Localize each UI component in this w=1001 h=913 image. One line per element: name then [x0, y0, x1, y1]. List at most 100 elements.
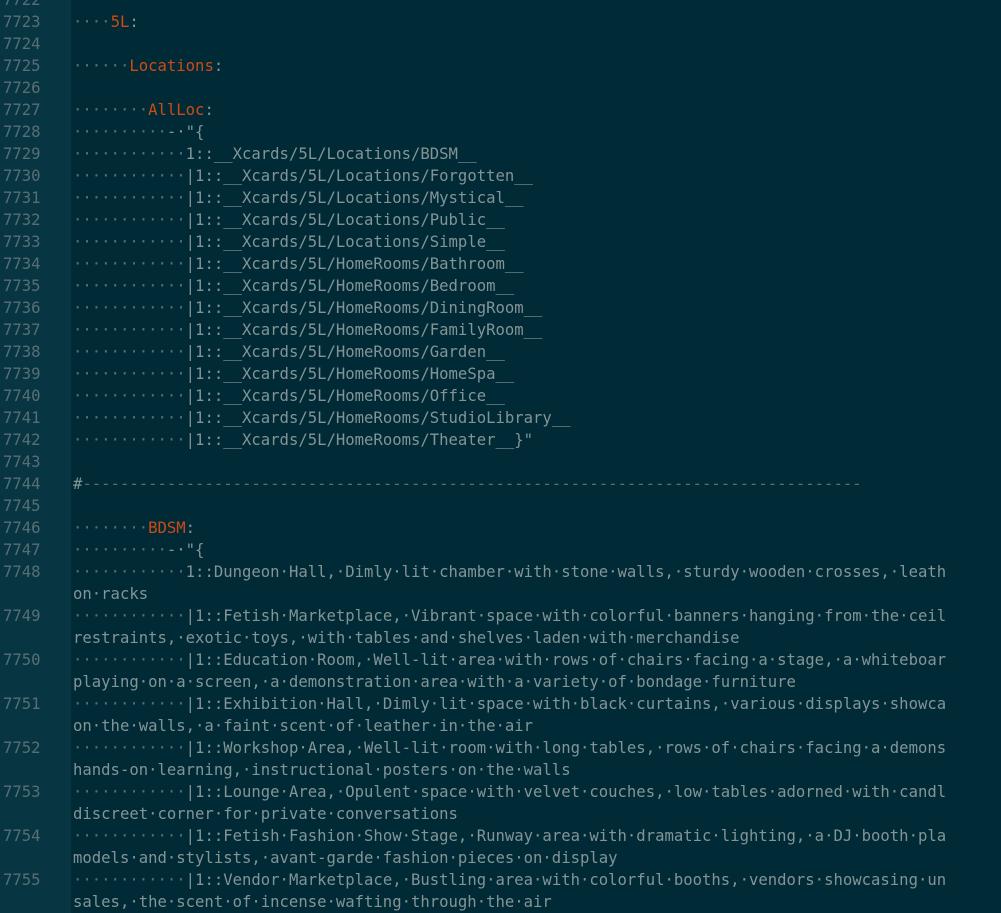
code-line[interactable]: ············|1::__Xcards/5L/HomeRooms/Fa…: [71, 319, 1001, 341]
whitespace-marker: ············: [73, 695, 186, 713]
code-line[interactable]: ········BDSM:: [71, 517, 1001, 539]
code-line[interactable]: ············1::Dungeon·Hall,·Dimly·lit·c…: [71, 561, 1001, 605]
code-text: |1::Workshop·Area,·Well-lit·room·with·lo…: [185, 739, 947, 757]
whitespace-marker: ············: [73, 409, 186, 427]
whitespace-marker: ············: [73, 321, 186, 339]
code-line[interactable]: ············|1::__Xcards/5L/HomeRooms/Th…: [71, 429, 1001, 451]
code-text: |1::__Xcards/5L/Locations/Public__: [185, 211, 505, 229]
line-number: 7741: [3, 409, 41, 427]
yaml-key: Locations: [129, 57, 214, 75]
line-number: 7753: [3, 783, 41, 801]
whitespace-marker: ············: [73, 277, 186, 295]
code-line[interactable]: ············|1::Vendor·Marketplace,·Bust…: [71, 869, 1001, 913]
code-text: -·"{: [166, 123, 205, 141]
code-text: |1::__Xcards/5L/HomeRooms/Bathroom__: [185, 255, 524, 273]
line-number: 7729: [3, 145, 41, 163]
whitespace-marker: ····: [73, 13, 111, 31]
wrapped-line-text: playing·on·a·screen,·a·demonstration·are…: [73, 673, 796, 691]
code-line[interactable]: ············|1::__Xcards/5L/HomeRooms/Ba…: [71, 253, 1001, 275]
code-line[interactable]: ············|1::Fetish·Fashion·Show·Stag…: [71, 825, 1001, 869]
whitespace-marker: ············: [73, 343, 186, 361]
code-line[interactable]: ····5L:: [71, 11, 1001, 33]
code-line[interactable]: ··········-·"{: [71, 121, 1001, 143]
line-number: 7722: [3, 0, 41, 9]
whitespace-marker: ············: [73, 783, 186, 801]
code-line[interactable]: ············|1::__Xcards/5L/HomeRooms/Be…: [71, 275, 1001, 297]
code-line[interactable]: [71, 33, 1001, 55]
code-text: |1::__Xcards/5L/Locations/Mystical__: [185, 189, 524, 207]
code-content[interactable]: ····5L: ······Locations: ········AllLoc: ··…: [71, 0, 1001, 913]
whitespace-marker: ············: [73, 607, 186, 625]
code-line[interactable]: #---------------------------------------…: [71, 473, 1001, 495]
whitespace-marker: ··········: [73, 123, 167, 141]
wrapped-line-text: restraints,·exotic·toys,·with·tables·and…: [73, 629, 740, 647]
line-number: 7755: [3, 871, 41, 889]
code-line[interactable]: ············|1::Workshop·Area,·Well-lit·…: [71, 737, 1001, 781]
line-number: 7752: [3, 739, 41, 757]
whitespace-marker: ············: [73, 563, 186, 581]
code-text: :: [185, 519, 196, 537]
whitespace-marker: ············: [73, 739, 186, 757]
code-line[interactable]: ··········-·"{: [71, 539, 1001, 561]
line-number: 7738: [3, 343, 41, 361]
code-line[interactable]: ············|1::__Xcards/5L/HomeRooms/Ga…: [71, 341, 1001, 363]
code-text: |1::Vendor·Marketplace,·Bustling·area·wi…: [185, 871, 947, 889]
whitespace-marker: ············: [73, 827, 186, 845]
code-text: |1::Education·Room,·Well-lit·area·with·r…: [185, 651, 947, 669]
whitespace-marker: ············: [73, 233, 186, 251]
code-text: |1::__Xcards/5L/Locations/Simple__: [185, 233, 505, 251]
code-text: |1::__Xcards/5L/HomeRooms/Bedroom__: [185, 277, 515, 295]
code-text: |1::__Xcards/5L/HomeRooms/Garden__: [185, 343, 505, 361]
code-line[interactable]: [71, 0, 1001, 11]
line-number: 7724: [3, 35, 41, 53]
whitespace-marker: ············: [73, 431, 186, 449]
code-line[interactable]: [71, 451, 1001, 473]
code-line[interactable]: ············|1::__Xcards/5L/Locations/Pu…: [71, 209, 1001, 231]
code-editor[interactable]: 7722 7723 7724 7725 7726 7727 7728 7729 7730 7731…: [0, 0, 1001, 913]
code-line[interactable]: [71, 77, 1001, 99]
line-number: 7736: [3, 299, 41, 317]
code-line[interactable]: ············|1::__Xcards/5L/HomeRooms/Of…: [71, 385, 1001, 407]
whitespace-marker: ············: [73, 167, 186, 185]
whitespace-marker: ······: [73, 57, 130, 75]
yaml-key: AllLoc: [148, 101, 205, 119]
line-number: 7742: [3, 431, 41, 449]
whitespace-marker: ············: [73, 387, 186, 405]
code-text: |1::__Xcards/5L/HomeRooms/HomeSpa__: [185, 365, 515, 383]
code-text: |1::Fetish·Fashion·Show·Stage,·Runway·ar…: [185, 827, 947, 845]
code-line[interactable]: ············|1::__Xcards/5L/HomeRooms/Ho…: [71, 363, 1001, 385]
code-line[interactable]: ············|1::Education·Room,·Well-lit…: [71, 649, 1001, 693]
line-number: 7725: [3, 57, 41, 75]
code-line[interactable]: ············|1::Lounge·Area,·Opulent·spa…: [71, 781, 1001, 825]
code-line[interactable]: ············|1::Fetish·Marketplace,·Vibr…: [71, 605, 1001, 649]
whitespace-marker: ············: [73, 255, 186, 273]
whitespace-marker: ············: [73, 299, 186, 317]
line-number: 7745: [3, 497, 41, 515]
yaml-key: 5L: [110, 13, 130, 31]
code-line[interactable]: ············|1::__Xcards/5L/HomeRooms/St…: [71, 407, 1001, 429]
code-line[interactable]: ······Locations:: [71, 55, 1001, 77]
line-number: 7754: [3, 827, 41, 845]
code-line[interactable]: ············|1::__Xcards/5L/Locations/Si…: [71, 231, 1001, 253]
code-line[interactable]: ········AllLoc:: [71, 99, 1001, 121]
line-number: 7727: [3, 101, 41, 119]
whitespace-marker: ············: [73, 145, 186, 163]
whitespace-marker: ----------------------------------------…: [82, 475, 862, 493]
wrapped-line-text: on·racks: [73, 585, 149, 603]
code-line[interactable]: ············|1::__Xcards/5L/Locations/Fo…: [71, 165, 1001, 187]
code-line[interactable]: ············|1::Exhibition·Hall,·Dimly·l…: [71, 693, 1001, 737]
line-number: 7749: [3, 607, 41, 625]
line-number: 7732: [3, 211, 41, 229]
code-line[interactable]: ············|1::__Xcards/5L/HomeRooms/Di…: [71, 297, 1001, 319]
code-line[interactable]: ············1::__Xcards/5L/Locations/BDS…: [71, 143, 1001, 165]
line-number: 7748: [3, 563, 41, 581]
line-number: 7723: [3, 13, 41, 31]
whitespace-marker: ············: [73, 871, 186, 889]
line-number: 7740: [3, 387, 41, 405]
code-text: |1::__Xcards/5L/HomeRooms/DiningRoom__: [185, 299, 543, 317]
code-text: -·"{: [166, 541, 205, 559]
line-number: 7728: [3, 123, 41, 141]
code-line[interactable]: ············|1::__Xcards/5L/Locations/My…: [71, 187, 1001, 209]
code-line[interactable]: [71, 495, 1001, 517]
wrapped-line-text: models·and·stylists,·avant-garde·fashion…: [73, 849, 618, 867]
